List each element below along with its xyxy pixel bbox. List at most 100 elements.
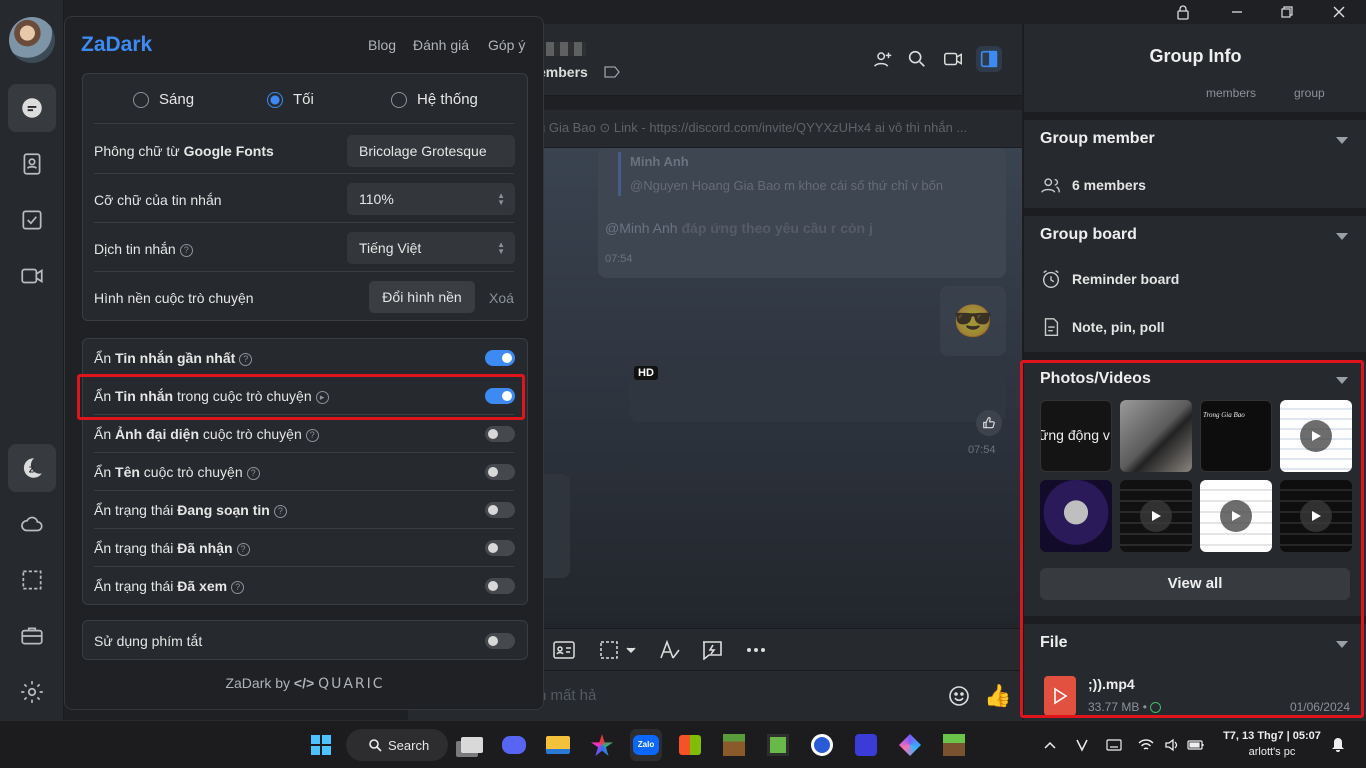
battery-icon[interactable] <box>1186 735 1206 755</box>
taskbar-search[interactable]: Search <box>346 729 448 761</box>
quick-message-icon[interactable] <box>700 639 724 661</box>
media-thumbnail[interactable]: Trong Gia Bao <box>1200 400 1272 472</box>
media-thumbnail[interactable] <box>1280 400 1352 472</box>
font-select[interactable]: Bricolage Grotesque <box>347 135 515 167</box>
quaric-logo[interactable]: QUARIC <box>318 676 384 692</box>
file-name[interactable]: ;)).mp4 <box>1088 676 1135 692</box>
delete-background-button[interactable]: Xoá <box>489 290 514 306</box>
wifi-icon[interactable] <box>1136 735 1156 755</box>
notification-bell-icon[interactable] <box>1328 735 1348 755</box>
discord-icon[interactable] <box>498 729 530 761</box>
play-help-icon[interactable]: ▸ <box>315 390 329 404</box>
system-clock[interactable]: T7, 13 Thg7 | 05:07 arlott's pc <box>1218 728 1326 760</box>
members-count-row[interactable]: 6 members <box>1040 174 1146 196</box>
search-icon[interactable] <box>904 46 930 72</box>
task-view-icon[interactable] <box>456 729 488 761</box>
zadark-nav-icon[interactable]: Z <box>8 444 56 492</box>
translate-language-select[interactable]: Tiếng Việt ▲ ▼ <box>347 232 515 264</box>
cloud-nav-icon[interactable] <box>8 500 56 548</box>
video-call-nav-icon[interactable] <box>8 252 56 300</box>
theme-dark-radio[interactable]: Tối <box>267 91 314 108</box>
hide-received-toggle[interactable] <box>485 540 515 556</box>
media-thumbnail[interactable] <box>1280 480 1352 552</box>
vivaldi-tray-icon[interactable] <box>1072 735 1092 755</box>
help-icon[interactable]: ? <box>273 504 287 518</box>
media-thumbnail[interactable] <box>1040 480 1112 552</box>
rate-link[interactable]: Đánh giá <box>413 37 469 53</box>
send-like-icon[interactable]: 👍 <box>984 683 1011 709</box>
help-icon[interactable]: ? <box>246 466 260 480</box>
paint-app-icon[interactable] <box>586 729 618 761</box>
toolbox-nav-icon[interactable] <box>8 612 56 660</box>
group-board-section-title[interactable]: Group board <box>1040 226 1137 244</box>
more-options-icon[interactable] <box>744 639 768 661</box>
video-call-icon[interactable] <box>940 46 966 72</box>
microsoft-store-icon[interactable] <box>674 729 706 761</box>
emoji-icon[interactable] <box>948 685 970 712</box>
group-info-toggle-icon[interactable] <box>976 46 1002 72</box>
feedback-link[interactable]: Góp ý <box>488 37 525 53</box>
hide-typing-toggle[interactable] <box>485 502 515 518</box>
file-section-title[interactable]: File <box>1040 634 1068 652</box>
play-icon[interactable] <box>1300 420 1332 452</box>
sunglasses-emoji-sticker[interactable]: 😎 <box>940 286 1006 356</box>
minecraft-icon[interactable] <box>718 729 750 761</box>
user-avatar[interactable] <box>9 17 55 63</box>
help-icon[interactable]: ? <box>305 428 319 442</box>
hide-name-toggle[interactable] <box>485 464 515 480</box>
text-format-icon[interactable] <box>658 639 682 661</box>
minecraft-bedrock-icon[interactable] <box>938 729 970 761</box>
messages-nav-icon[interactable] <box>8 84 56 132</box>
volume-icon[interactable] <box>1162 735 1182 755</box>
media-thumbnail[interactable] <box>1200 480 1272 552</box>
help-icon[interactable]: ? <box>231 580 245 594</box>
thumbs-up-reaction-icon[interactable] <box>976 410 1002 436</box>
todo-nav-icon[interactable] <box>8 196 56 244</box>
help-icon[interactable]: ? <box>179 243 193 257</box>
video-file-icon[interactable] <box>1044 676 1076 716</box>
windows-start-icon[interactable] <box>305 729 337 761</box>
add-member-icon[interactable] <box>870 46 896 72</box>
hide-seen-toggle[interactable] <box>485 578 515 594</box>
hide-chat-messages-toggle[interactable] <box>485 388 515 404</box>
linear-app-icon[interactable] <box>850 729 882 761</box>
media-thumbnail[interactable] <box>1120 480 1192 552</box>
close-icon[interactable] <box>1326 2 1352 22</box>
hide-recent-messages-toggle[interactable] <box>485 350 515 366</box>
message-mention[interactable]: @Minh Anh <box>605 220 678 236</box>
chevron-down-icon[interactable] <box>1336 377 1348 384</box>
theme-system-radio[interactable]: Hệ thống <box>391 91 478 108</box>
restore-icon[interactable] <box>1274 2 1300 22</box>
keyboard-icon[interactable] <box>1104 735 1124 755</box>
chevron-up-icon[interactable] <box>1040 735 1060 755</box>
copilot-icon[interactable] <box>894 729 926 761</box>
minimize-icon[interactable] <box>1224 2 1250 22</box>
members-count-text[interactable]: embers <box>538 64 588 80</box>
help-icon[interactable]: ? <box>239 352 253 366</box>
contact-card-icon[interactable] <box>552 639 576 661</box>
screenshot-dropdown-icon[interactable] <box>598 639 640 661</box>
account-app-icon[interactable] <box>806 729 838 761</box>
font-size-select[interactable]: 110% ▲ ▼ <box>347 183 515 215</box>
video-message[interactable] <box>630 362 1006 422</box>
photos-videos-section-title[interactable]: Photos/Videos <box>1040 370 1151 388</box>
lock-icon[interactable] <box>1170 2 1196 22</box>
screenshot-nav-icon[interactable] <box>8 556 56 604</box>
minecraft-launcher-icon[interactable] <box>762 729 794 761</box>
chevron-down-icon[interactable] <box>1336 233 1348 240</box>
note-pin-poll-row[interactable]: Note, pin, poll <box>1040 316 1165 338</box>
view-all-button[interactable]: View all <box>1040 568 1350 600</box>
play-icon[interactable] <box>1220 500 1252 532</box>
zalo-icon[interactable]: Zalo <box>630 729 662 761</box>
play-icon[interactable] <box>1300 500 1332 532</box>
chevron-down-icon[interactable] <box>1336 137 1348 144</box>
media-thumbnail[interactable]: ững động v <box>1040 400 1112 472</box>
hide-avatar-toggle[interactable] <box>485 426 515 442</box>
settings-nav-icon[interactable] <box>8 668 56 716</box>
group-member-section-title[interactable]: Group member <box>1040 130 1155 148</box>
shortcut-toggle[interactable] <box>485 633 515 649</box>
blog-link[interactable]: Blog <box>368 37 396 53</box>
tag-icon[interactable] <box>604 66 620 78</box>
file-explorer-icon[interactable] <box>542 729 574 761</box>
chevron-down-icon[interactable] <box>1336 641 1348 648</box>
